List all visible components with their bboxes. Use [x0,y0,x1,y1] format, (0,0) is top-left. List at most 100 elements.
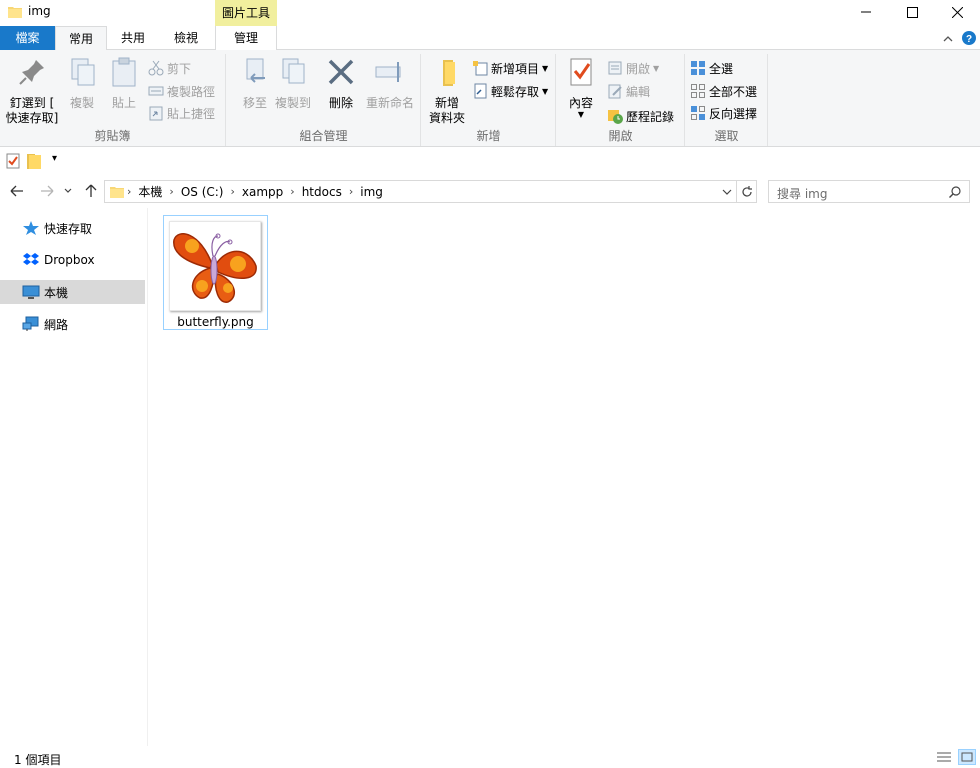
new-folder-qat-icon[interactable] [27,153,41,169]
move-to-icon [246,58,265,83]
butterfly-thumbnail [169,221,261,311]
history-button[interactable]: 歷程記錄 [607,106,674,126]
refresh-button[interactable] [736,181,756,202]
minimize-button[interactable] [843,0,889,24]
rename-icon [375,62,401,82]
clipboard-group-label: 剪貼簿 [94,129,131,143]
window-title: img [28,4,51,18]
close-icon [951,6,963,18]
dropdown-arrow-icon: ▼ [542,63,549,73]
copy-path-button[interactable]: 複製路徑 [148,81,215,101]
nav-item-network[interactable]: 網路 [0,312,145,336]
nav-item-quick-access[interactable]: 快速存取 [0,216,145,240]
invert-selection-button[interactable]: 反向選擇 [690,103,757,123]
edit-button[interactable]: 編輯 [607,81,650,101]
new-group: 新增 資料夾 新增項目 ▼ 輕鬆存取 ▼ 新增 [422,54,556,146]
address-dropdown-icon[interactable] [722,189,732,196]
network-icon [22,316,39,331]
move-to-button[interactable]: 移至 [233,56,277,111]
cut-button[interactable]: 剪下 [148,58,191,78]
forward-button[interactable] [37,180,57,202]
copy-to-icon [282,58,305,84]
chevron-up-icon[interactable] [943,34,953,42]
breadcrumb-separator-icon: › [169,185,174,198]
open-group-label: 開啟 [608,129,633,143]
chevron-down-icon [64,188,72,193]
select-all-button[interactable]: 全選 [690,58,733,78]
status-bar: 1 個項目 [0,747,980,767]
title-bar: img 圖片工具 [0,0,980,26]
large-icons-view-icon[interactable] [958,749,976,765]
customize-qat-icon[interactable]: ▾ [52,153,57,164]
paste-shortcut-button[interactable]: 貼上捷徑 [148,103,215,123]
breadcrumb-img[interactable]: img [360,185,383,199]
breadcrumb-this-pc[interactable]: 本機 [138,183,162,200]
star-icon [23,221,39,235]
paste-button[interactable]: 貼上 [104,56,144,111]
tab-home[interactable]: 常用 [55,26,107,51]
dropdown-arrow-icon: ▼ [577,110,585,119]
properties-check-icon [570,58,592,86]
select-none-button[interactable]: 全部不選 [690,81,757,101]
breadcrumb-xampp[interactable]: xampp [242,185,283,199]
delete-x-icon [328,59,354,85]
nav-item-this-pc[interactable]: 本機 [0,280,145,304]
maximize-icon [906,6,918,18]
scissors-icon [148,60,164,76]
tab-manage[interactable]: 管理 [215,26,277,50]
maximize-button[interactable] [889,0,935,24]
address-bar[interactable]: › 本機 › OS (C:) › xampp › htdocs › img [104,180,757,203]
organize-group: 移至 複製到 刪除 重新命名 組合管理 [227,54,421,146]
copy-button[interactable]: 複製 [62,56,102,111]
butterfly-image-icon [173,233,257,303]
ribbon-tabs: 檔案 常用 共用 檢視 管理 ? [0,26,980,51]
address-row: › 本機 › OS (C:) › xampp › htdocs › img 搜尋… [0,176,980,206]
new-item-icon [473,61,488,76]
clipboard-group: 釘選到 [ 快速存取] 複製 貼上 剪下 複製路徑 貼上捷徑 剪貼簿 [0,54,226,146]
delete-button[interactable]: 刪除 [323,56,359,111]
properties-qat-icon[interactable] [6,153,20,169]
breadcrumb-separator-icon: › [290,185,295,198]
copy-to-button[interactable]: 複製到 [273,56,313,111]
file-tile[interactable]: butterfly.png [163,215,268,330]
recent-locations-button[interactable] [61,180,75,202]
pin-icon [19,60,44,85]
tab-file[interactable]: 檔案 [0,26,55,50]
breadcrumb-os-c[interactable]: OS (C:) [181,185,224,199]
new-group-label: 新增 [476,129,501,143]
select-all-icon [691,61,705,75]
tab-view[interactable]: 檢視 [160,26,212,50]
svg-text:?: ? [966,34,972,45]
context-tab-group-label: 圖片工具 [215,0,277,26]
rename-button[interactable]: 重新命名 [363,56,417,111]
computer-icon [22,285,40,299]
new-folder-button[interactable]: 新增 資料夾 [426,56,468,126]
pin-quick-access-button[interactable]: 釘選到 [ 快速存取] [4,56,60,126]
forward-arrow-icon [41,185,54,197]
close-button[interactable] [934,0,980,24]
select-none-icon [691,84,705,98]
back-arrow-icon [10,185,23,197]
navigation-pane: 快速存取 Dropbox 本機 網路 [0,208,148,746]
easy-access-button[interactable]: 輕鬆存取 ▼ [472,81,548,101]
copy-icon [71,58,95,86]
dropdown-arrow-icon: ▼ [542,86,549,96]
breadcrumb-htdocs[interactable]: htdocs [302,185,342,199]
up-button[interactable] [81,180,101,202]
new-item-button[interactable]: 新增項目 ▼ [472,58,548,78]
open-button[interactable]: 開啟 ▼ [607,58,659,78]
help-icon[interactable]: ? [962,31,976,45]
item-count: 1 個項目 [14,753,62,767]
select-group-label: 選取 [714,129,739,143]
nav-item-dropbox[interactable]: Dropbox [0,248,145,272]
details-view-icon[interactable] [936,751,952,763]
edit-icon [608,84,622,99]
search-input[interactable]: 搜尋 img [768,180,970,203]
tab-share[interactable]: 共用 [108,26,158,50]
properties-button[interactable]: 內容 ▼ [563,56,599,119]
invert-selection-icon [691,106,705,120]
easy-access-icon [474,83,487,99]
quick-access-toolbar: ▾ [0,148,980,174]
copy-path-icon [148,86,164,96]
back-button[interactable] [7,180,27,202]
